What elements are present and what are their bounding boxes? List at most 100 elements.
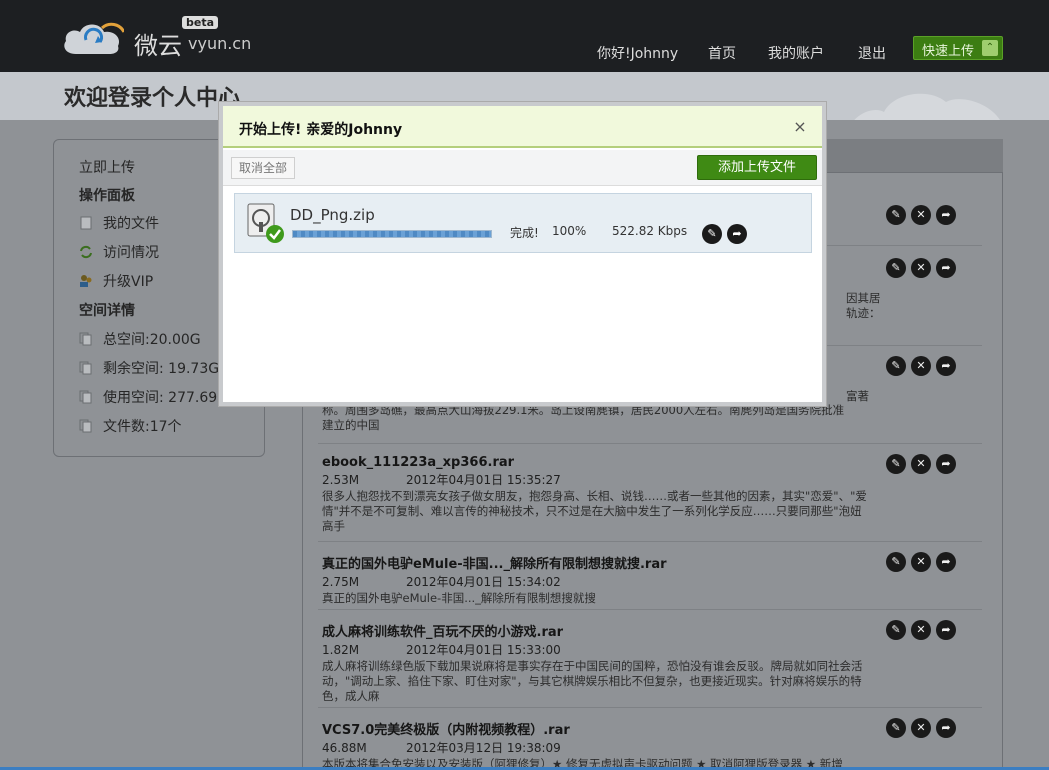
delete-icon[interactable]: ✕	[911, 620, 931, 640]
sidebar-item-visits[interactable]: 访问情况	[79, 242, 159, 262]
sidebar-item-label: 我的文件	[103, 216, 159, 232]
logo-site: vyun.cn	[188, 34, 252, 53]
share-icon[interactable]: ➦	[936, 718, 956, 738]
sidebar-space-title: 空间详情	[79, 303, 135, 319]
sidebar-panel-title: 操作面板	[79, 188, 135, 204]
space-used: 使用空间: 277.69M	[79, 387, 229, 407]
cancel-all-button[interactable]: 取消全部	[231, 157, 295, 179]
row-actions: ✎ ✕ ➦	[886, 205, 960, 227]
edit-icon[interactable]: ✎	[886, 205, 906, 225]
delete-icon[interactable]: ✕	[911, 552, 931, 572]
upload-speed: 522.82 Kbps	[612, 224, 688, 238]
file-date: 2012年04月01日 15:33:00	[406, 643, 561, 657]
row-separator	[318, 443, 982, 444]
file-desc: 成人麻将训练绿色版下载加果说麻将是事实存在于中国民间的国粹，恐怕没有谁会反驳。牌…	[322, 659, 863, 703]
nav-home[interactable]: 首页	[708, 43, 736, 63]
delete-icon[interactable]: ✕	[911, 718, 931, 738]
edit-icon[interactable]: ✎	[886, 552, 906, 572]
nav-account[interactable]: 我的账户	[768, 43, 824, 63]
sidebar-item-my-files[interactable]: 我的文件	[79, 213, 159, 233]
quick-upload-button[interactable]: 快速上传 ⌃	[913, 36, 1003, 60]
file-desc: 很多人抱怨找不到漂亮女孩子做女朋友，抱怨身高、长相、说钱……或者一些其他的因素，…	[322, 489, 867, 533]
dialog-title: 开始上传! 亲爱的Johnny	[239, 122, 403, 138]
share-icon[interactable]: ➦	[936, 205, 956, 225]
file-size: 1.82M	[322, 643, 360, 657]
file-size: 2.53M	[322, 473, 360, 487]
sidebar-upload-now[interactable]: 立即上传	[79, 157, 135, 177]
sidebar-item-upgrade-vip[interactable]: 升级VIP	[79, 271, 153, 291]
row-separator	[318, 541, 982, 542]
page-title: 欢迎登录个人中心	[64, 86, 241, 111]
file-desc: 本版本将集合免安装以及安装版（阿狸修复）★ 修复无虚拟声卡驱动问题 ★ 取消阿狸…	[322, 757, 843, 767]
edit-icon[interactable]: ✎	[886, 620, 906, 640]
edit-icon[interactable]: ✎	[886, 454, 906, 474]
share-icon[interactable]: ➦	[936, 620, 956, 640]
space-free: 剩余空间: 19.73G	[79, 358, 219, 378]
file-date: 2012年03月12日 19:38:09	[406, 741, 561, 755]
list-item[interactable]: VCS7.0完美终极版（内附视频教程）.rar 46.88M 2012年03月12…	[322, 719, 982, 767]
list-item[interactable]: ebook_111223a_xp366.rar 2.53M 2012年04月01日…	[322, 455, 982, 534]
nav-logout[interactable]: 退出	[858, 43, 886, 63]
file-title[interactable]: 成人麻将训练软件_百玩不厌的小游戏.rar	[322, 621, 982, 640]
partial-desc-block: 称。周围多岛礁，最高点大山海拔229.1米。岛上设南麂镇，居民2000人左右。南…	[322, 403, 872, 433]
copy-icon	[79, 390, 93, 404]
delete-icon[interactable]: ✕	[911, 205, 931, 225]
quick-upload-label: 快速上传	[922, 44, 975, 59]
file-count: 文件数:17个	[79, 416, 182, 436]
file-size: 46.88M	[322, 741, 367, 755]
delete-icon[interactable]: ✕	[911, 356, 931, 376]
space-used-text: 使用空间: 277.69M	[103, 390, 229, 406]
share-icon[interactable]: ➦	[936, 552, 956, 572]
file-date: 2012年04月01日 15:34:02	[406, 575, 561, 589]
edit-icon[interactable]: ✎	[886, 258, 906, 278]
file-title[interactable]: ebook_111223a_xp366.rar	[322, 455, 982, 470]
space-total-text: 总空间:20.00G	[103, 332, 201, 348]
beta-badge: beta	[182, 16, 219, 29]
add-upload-file-button[interactable]: 添加上传文件	[697, 155, 817, 180]
document-icon	[79, 216, 93, 230]
upload-dialog: 开始上传! 亲爱的Johnny × 取消全部 添加上传文件 DD_Png.zip…	[219, 102, 826, 406]
list-item[interactable]: 真正的国外电驴eMule-非国..._解除所有限制想搜就搜.rar 2.75M 2…	[322, 553, 982, 606]
sidebar-item-label: 升级VIP	[103, 274, 154, 290]
row-actions: ✎ ✕ ➦	[886, 356, 960, 378]
file-size: 2.75M	[322, 575, 360, 589]
copy-icon	[79, 361, 93, 375]
partial-desc: 轨迹：	[846, 306, 881, 320]
delete-icon[interactable]: ✕	[911, 258, 931, 278]
upload-progress-fill	[293, 231, 491, 237]
file-date: 2012年04月01日 15:35:27	[406, 473, 561, 487]
user-greeting[interactable]: 你好!Johnny	[597, 43, 678, 63]
upload-progress-bar	[292, 230, 492, 238]
edit-icon[interactable]: ✎	[886, 356, 906, 376]
double-up-icon: ⌃	[982, 40, 998, 56]
partial-desc: 因其居	[846, 291, 881, 305]
share-icon[interactable]: ➦	[936, 258, 956, 278]
copy-icon	[79, 419, 93, 433]
site-logo[interactable]: 微云 beta vyun.cn	[62, 14, 262, 60]
file-title[interactable]: VCS7.0完美终极版（内附视频教程）.rar	[322, 719, 982, 738]
share-icon[interactable]: ➦	[936, 356, 956, 376]
row-actions: ✎ ✕ ➦	[886, 718, 960, 740]
upload-status: 完成!	[510, 226, 539, 240]
upload-percent: 100%	[552, 224, 587, 238]
partial-desc: 建立的中国	[322, 418, 380, 432]
copy-icon	[79, 332, 93, 346]
file-count-text: 文件数:17个	[103, 419, 182, 435]
space-free-text: 剩余空间: 19.73G	[103, 361, 220, 377]
share-icon[interactable]: ➦	[936, 454, 956, 474]
cloud-logo-icon	[64, 22, 124, 54]
row-separator	[318, 609, 982, 610]
list-item[interactable]: 成人麻将训练软件_百玩不厌的小游戏.rar 1.82M 2012年04月01日 1…	[322, 621, 982, 704]
users-icon	[79, 274, 93, 288]
close-icon[interactable]: ×	[790, 117, 810, 137]
upload-file-name: DD_Png.zip	[290, 206, 375, 224]
dialog-toolbar: 取消全部 添加上传文件	[223, 150, 822, 186]
space-total: 总空间:20.00G	[79, 329, 201, 349]
share-icon[interactable]: ➦	[727, 224, 747, 244]
file-title[interactable]: 真正的国外电驴eMule-非国..._解除所有限制想搜就搜.rar	[322, 553, 982, 572]
edit-icon[interactable]: ✎	[886, 718, 906, 738]
edit-icon[interactable]: ✎	[702, 224, 722, 244]
dialog-header: 开始上传! 亲爱的Johnny ×	[223, 106, 822, 148]
delete-icon[interactable]: ✕	[911, 454, 931, 474]
refresh-arrows-icon	[79, 245, 93, 259]
